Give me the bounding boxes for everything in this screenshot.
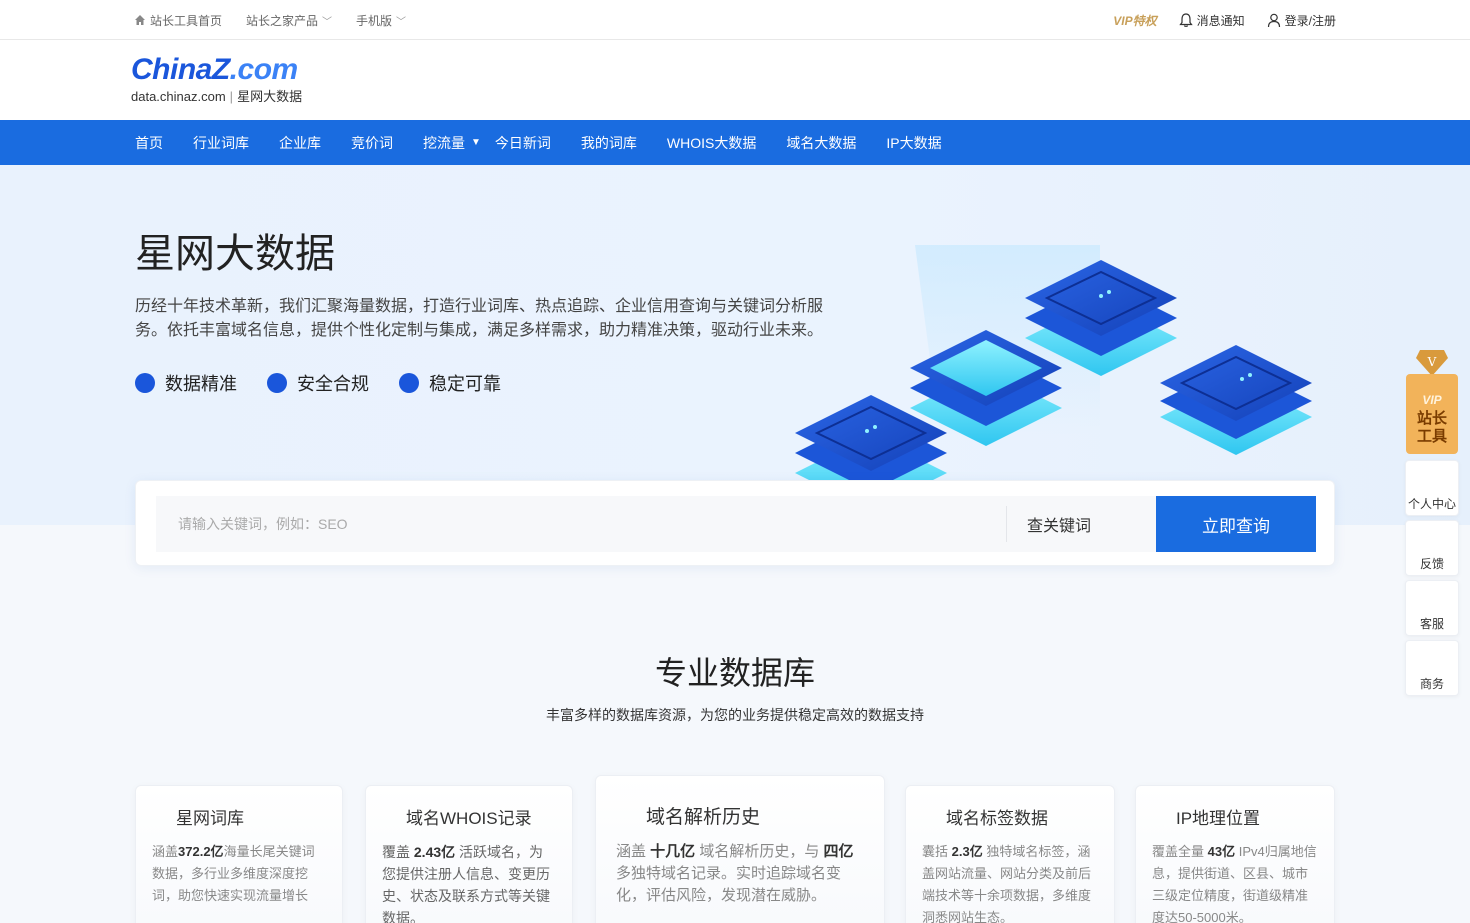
nav-item-label: 首页 xyxy=(135,134,163,151)
hero-description: 历经十年技术革新，我们汇聚海量数据，打造行业词库、热点追踪、企业信用查询与关键词… xyxy=(135,298,824,339)
vip-privilege-link[interactable]: VIP特权 xyxy=(1113,12,1156,29)
bullet-icon xyxy=(267,373,287,393)
logo-separator: | xyxy=(229,89,234,104)
site-logo[interactable]: ChinaZ.com data.chinaz.com | 星网大数据 xyxy=(131,52,302,105)
main-nav: 首页 行业词库 企业库 竞价词 挖流量 ▼ 今日新词 我的词库 WHOIS大数据 域名大数据 IP大… xyxy=(0,120,1470,165)
nav-item-4[interactable]: 挖流量 ▼ xyxy=(423,133,481,153)
feature-accurate: 数据精准 xyxy=(135,370,237,396)
hero-features: 数据精准 安全合规 稳定可靠 xyxy=(135,370,501,396)
nav-item-0[interactable]: 首页 xyxy=(135,133,163,153)
nav-item-label: 挖流量 xyxy=(423,134,465,151)
feature-label: 数据精准 xyxy=(165,374,237,394)
topbar-home-label: 站长工具首页 xyxy=(150,13,223,28)
card-domain-tags[interactable]: 域名标签数据 囊括 2.3亿 独特域名标签，涵盖网站流量、网站分类及前后端技术等… xyxy=(905,785,1115,923)
card-title: 域名标签数据 xyxy=(946,809,1048,828)
logo-brand-b: .com xyxy=(229,53,299,86)
server-stack-illustration xyxy=(795,245,1312,511)
search-type-select[interactable]: 查关键词 xyxy=(1006,506,1156,542)
home-icon xyxy=(135,15,145,25)
nav-item-9[interactable]: IP大数据 xyxy=(886,133,941,153)
card-desc: 覆盖 2.43亿 活跃域名，为您提供注册人信息、变更历史、状态及联系方式等关键数… xyxy=(382,844,550,923)
nav-item-label: 行业词库 xyxy=(193,134,249,151)
card-desc: 涵盖 十几亿 域名解析历史，与 四亿 多独特域名记录。实时追踪域名变化，评估风险… xyxy=(616,843,854,904)
bullet-icon xyxy=(135,373,155,393)
chevron-down-icon: ﹀ xyxy=(396,16,407,28)
nav-item-1[interactable]: 行业词库 xyxy=(193,133,249,153)
search-card: 查关键词 立即查询 xyxy=(135,480,1335,566)
chevron-down-icon: ﹀ xyxy=(322,16,333,28)
nav-list: 首页 行业词库 企业库 竞价词 挖流量 ▼ 今日新词 我的词库 WHOIS大数据 域名大数据 IP大… xyxy=(135,120,972,165)
feature-label: 稳定可靠 xyxy=(429,374,501,394)
nav-item-label: 今日新词 xyxy=(494,134,551,151)
nav-item-5[interactable]: 今日新词 xyxy=(495,133,551,153)
logo-brand: ChinaZ.com xyxy=(131,52,302,88)
vip-line2: 站长 xyxy=(1417,409,1448,427)
nav-item-label: IP大数据 xyxy=(886,134,942,151)
search-bar: 查关键词 立即查询 xyxy=(156,496,1316,552)
nav-item-label: 企业库 xyxy=(279,134,321,151)
login-label: 登录/注册 xyxy=(1284,13,1336,28)
feature-label: 安全合规 xyxy=(297,374,369,394)
caret-down-icon: ▼ xyxy=(471,137,481,148)
topbar-right: VIP特权 消息通知 登录/注册 xyxy=(1113,0,1336,40)
nav-item-7[interactable]: WHOIS大数据 xyxy=(667,133,756,153)
topbar-left: 站长工具首页 站长之家产品 ﹀ 手机版 ﹀ xyxy=(134,0,406,40)
login-link[interactable]: 登录/注册 xyxy=(1267,12,1336,29)
card-title: 星网词库 xyxy=(176,809,244,828)
nav-item-label: WHOIS大数据 xyxy=(666,134,757,151)
bell-icon xyxy=(1178,12,1193,27)
topbar-mobile-label: 手机版 xyxy=(356,13,393,28)
hero-title: 星网大数据 xyxy=(135,232,335,276)
notification-label: 消息通知 xyxy=(1196,13,1245,28)
float-business[interactable]: 商务 xyxy=(1405,640,1459,696)
float-customer-service[interactable]: 客服 xyxy=(1405,580,1459,636)
card-title: IP地理位置 xyxy=(1176,809,1261,828)
search-input[interactable] xyxy=(156,496,1006,552)
card-desc: 囊括 2.3亿 独特域名标签，涵盖网站流量、网站分类及前后端技术等十余项数据，多… xyxy=(922,844,1092,923)
vip-line3: 工具 xyxy=(1417,427,1447,445)
logo-subtitle: data.chinaz.com | 星网大数据 xyxy=(131,86,302,105)
section-title: 专业数据库 xyxy=(654,655,815,691)
topbar-products-label: 站长之家产品 xyxy=(246,13,319,28)
topbar-home-link[interactable]: 站长工具首页 xyxy=(134,12,222,29)
float-personal-center[interactable]: 个人中心 xyxy=(1405,460,1459,516)
svg-text:V: V xyxy=(1427,355,1437,369)
float-feedback[interactable]: 反馈 xyxy=(1405,520,1459,576)
nav-item-label: 我的词库 xyxy=(580,134,637,151)
vip-line1: VIP xyxy=(1422,393,1442,407)
card-title: 域名解析历史 xyxy=(646,807,761,828)
server-unit xyxy=(1160,345,1312,455)
topbar-mobile-link[interactable]: 手机版 ﹀ xyxy=(356,12,406,29)
nav-item-8[interactable]: 域名大数据 xyxy=(786,133,856,153)
card-title: 域名WHOIS记录 xyxy=(406,809,532,828)
nav-item-3[interactable]: 竞价词 xyxy=(351,133,393,153)
logo-brand-z: Z xyxy=(211,53,230,86)
notification-link[interactable]: 消息通知 xyxy=(1178,12,1245,29)
logo-name: 星网大数据 xyxy=(237,89,303,104)
card-dns-history[interactable]: 域名解析历史 涵盖 十几亿 域名解析历史，与 四亿 多独特域名记录。实时追踪域名… xyxy=(595,775,885,923)
nav-item-2[interactable]: 企业库 xyxy=(279,133,321,153)
logo-domain: data.chinaz.com xyxy=(131,89,226,104)
topbar-products-link[interactable]: 站长之家产品 ﹀ xyxy=(246,12,332,29)
card-whois[interactable]: 域名WHOIS记录 覆盖 2.43亿 活跃域名，为您提供注册人信息、变更历史、状… xyxy=(365,785,573,923)
hero-section: 星网大数据 历经十年技术革新，我们汇聚海量数据，打造行业词库、热点追踪、企业信用… xyxy=(0,165,1470,525)
feature-secure: 安全合规 xyxy=(267,370,369,396)
nav-item-label: 竞价词 xyxy=(351,134,393,151)
card-ip-geo[interactable]: IP地理位置 覆盖全量 43亿 IPv4归属地信息，提供街道、区县、城市三级定位… xyxy=(1135,785,1335,923)
vip-tools-badge[interactable]: V VIP 站长 工具 xyxy=(1404,348,1460,458)
feature-stable: 稳定可靠 xyxy=(399,370,501,396)
logo-row: ChinaZ.com data.chinaz.com | 星网大数据 xyxy=(0,40,1470,120)
card-keyword-db[interactable]: 星网词库 涵盖372.2亿海量长尾关键词数据，多行业多维度深度挖词，助您快速实现… xyxy=(135,785,343,923)
search-button[interactable]: 立即查询 xyxy=(1156,496,1316,552)
nav-item-label: 域名大数据 xyxy=(786,134,857,151)
section-subtitle: 丰富多样的数据库资源，为您的业务提供稳定高效的数据支持 xyxy=(546,707,924,723)
nav-item-6[interactable]: 我的词库 xyxy=(581,133,637,153)
bullet-icon xyxy=(399,373,419,393)
user-icon xyxy=(1267,13,1280,27)
card-desc: 覆盖全量 43亿 IPv4归属地信息，提供街道、区县、城市三级定位精度，街道级精… xyxy=(1152,844,1317,923)
logo-brand-a: China xyxy=(131,53,212,86)
card-desc: 涵盖372.2亿海量长尾关键词数据，多行业多维度深度挖词，助您快速实现流量增长 xyxy=(152,844,315,903)
database-cards: 星网词库 涵盖372.2亿海量长尾关键词数据，多行业多维度深度挖词，助您快速实现… xyxy=(135,775,1335,923)
top-utility-bar: 站长工具首页 站长之家产品 ﹀ 手机版 ﹀ VIP特权 消息通知 登录/注册 xyxy=(0,0,1470,40)
